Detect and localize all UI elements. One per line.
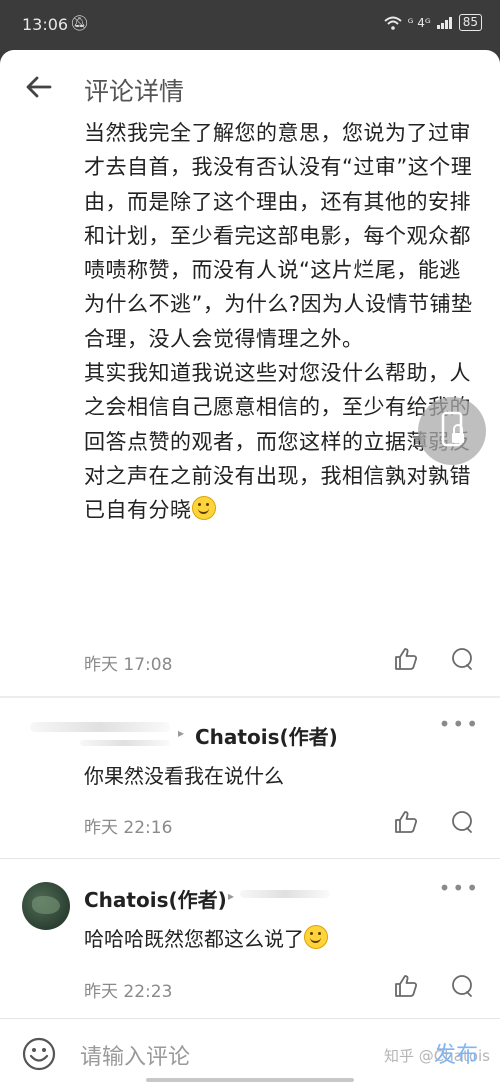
avatar[interactable] xyxy=(22,882,70,930)
smile-emoji-icon xyxy=(304,925,328,949)
battery-indicator: 85 xyxy=(458,14,482,31)
reply-author-name[interactable]: Chatois(作者) xyxy=(84,884,227,913)
emoji-picker-icon[interactable] xyxy=(22,1037,56,1071)
reply-to-arrow-icon: ▸ xyxy=(228,889,235,903)
notification-muted-icon: 🔕︎ xyxy=(70,14,90,32)
reply-divider xyxy=(0,858,500,859)
publish-button[interactable]: 发布 xyxy=(434,1037,478,1069)
like-thumb-icon[interactable] xyxy=(394,810,418,834)
reply-time: 昨天 22:23 xyxy=(84,982,173,1002)
floating-lock-button[interactable] xyxy=(418,397,486,465)
reply-author-name[interactable]: Chatois(作者) xyxy=(195,721,338,750)
status-time: 13:06 xyxy=(22,15,69,34)
comment-input[interactable]: 请输入评论 xyxy=(80,1039,190,1071)
reply-text: 哈哈哈既然您都这么说了 xyxy=(84,923,328,952)
status-indicators: ᴳ 4ᴳ 85 xyxy=(383,14,482,31)
signal-bars-icon xyxy=(436,16,452,29)
comment-detail-sheet: 评论详情 当然我完全了解您的意思，您说为了过审才去自首，我没有否认没有“过审”这… xyxy=(0,50,500,1084)
main-comment-time: 昨天 17:08 xyxy=(84,655,173,675)
phone-lock-icon xyxy=(441,411,464,447)
reply-text-content: 哈哈哈既然您都这么说了 xyxy=(84,927,304,951)
reply-comment-icon[interactable] xyxy=(450,647,474,671)
reply-to-arrow-icon: ▸ xyxy=(178,726,185,740)
comment-input-bar: 请输入评论 知乎 @Chatois 发布 xyxy=(0,1018,500,1084)
blurred-username-shadow xyxy=(80,740,170,746)
home-indicator[interactable] xyxy=(146,1078,354,1082)
status-bar: 13:06 🔕︎ ᴳ 4ᴳ 85 xyxy=(0,0,500,50)
reply-comment-icon[interactable] xyxy=(450,810,474,834)
smile-emoji-icon xyxy=(191,496,216,521)
like-thumb-icon[interactable] xyxy=(394,647,418,671)
page-title: 评论详情 xyxy=(84,77,185,106)
blurred-username xyxy=(240,890,330,898)
main-comment-text: 当然我完全了解您的意思，您说为了过审才去自首，我没有否认没有“过审”这个理由，而… xyxy=(84,116,474,528)
reply-comment-icon[interactable] xyxy=(450,974,474,998)
section-divider xyxy=(0,696,500,698)
cellular-signal-icon: ᴳ 4ᴳ xyxy=(407,15,431,30)
wifi-icon xyxy=(383,16,402,30)
header: 评论详情 xyxy=(0,50,500,120)
back-arrow-icon[interactable] xyxy=(24,72,54,102)
more-options-icon[interactable]: ••• xyxy=(439,712,480,736)
reply-time: 昨天 22:16 xyxy=(84,818,173,838)
blurred-username xyxy=(30,722,170,732)
more-options-icon[interactable]: ••• xyxy=(439,876,480,900)
reply-text: 你果然没看我在说什么 xyxy=(84,764,284,788)
main-comment-content: 当然我完全了解您的意思，您说为了过审才去自首，我没有否认没有“过审”这个理由，而… xyxy=(84,121,473,523)
like-thumb-icon[interactable] xyxy=(394,974,418,998)
